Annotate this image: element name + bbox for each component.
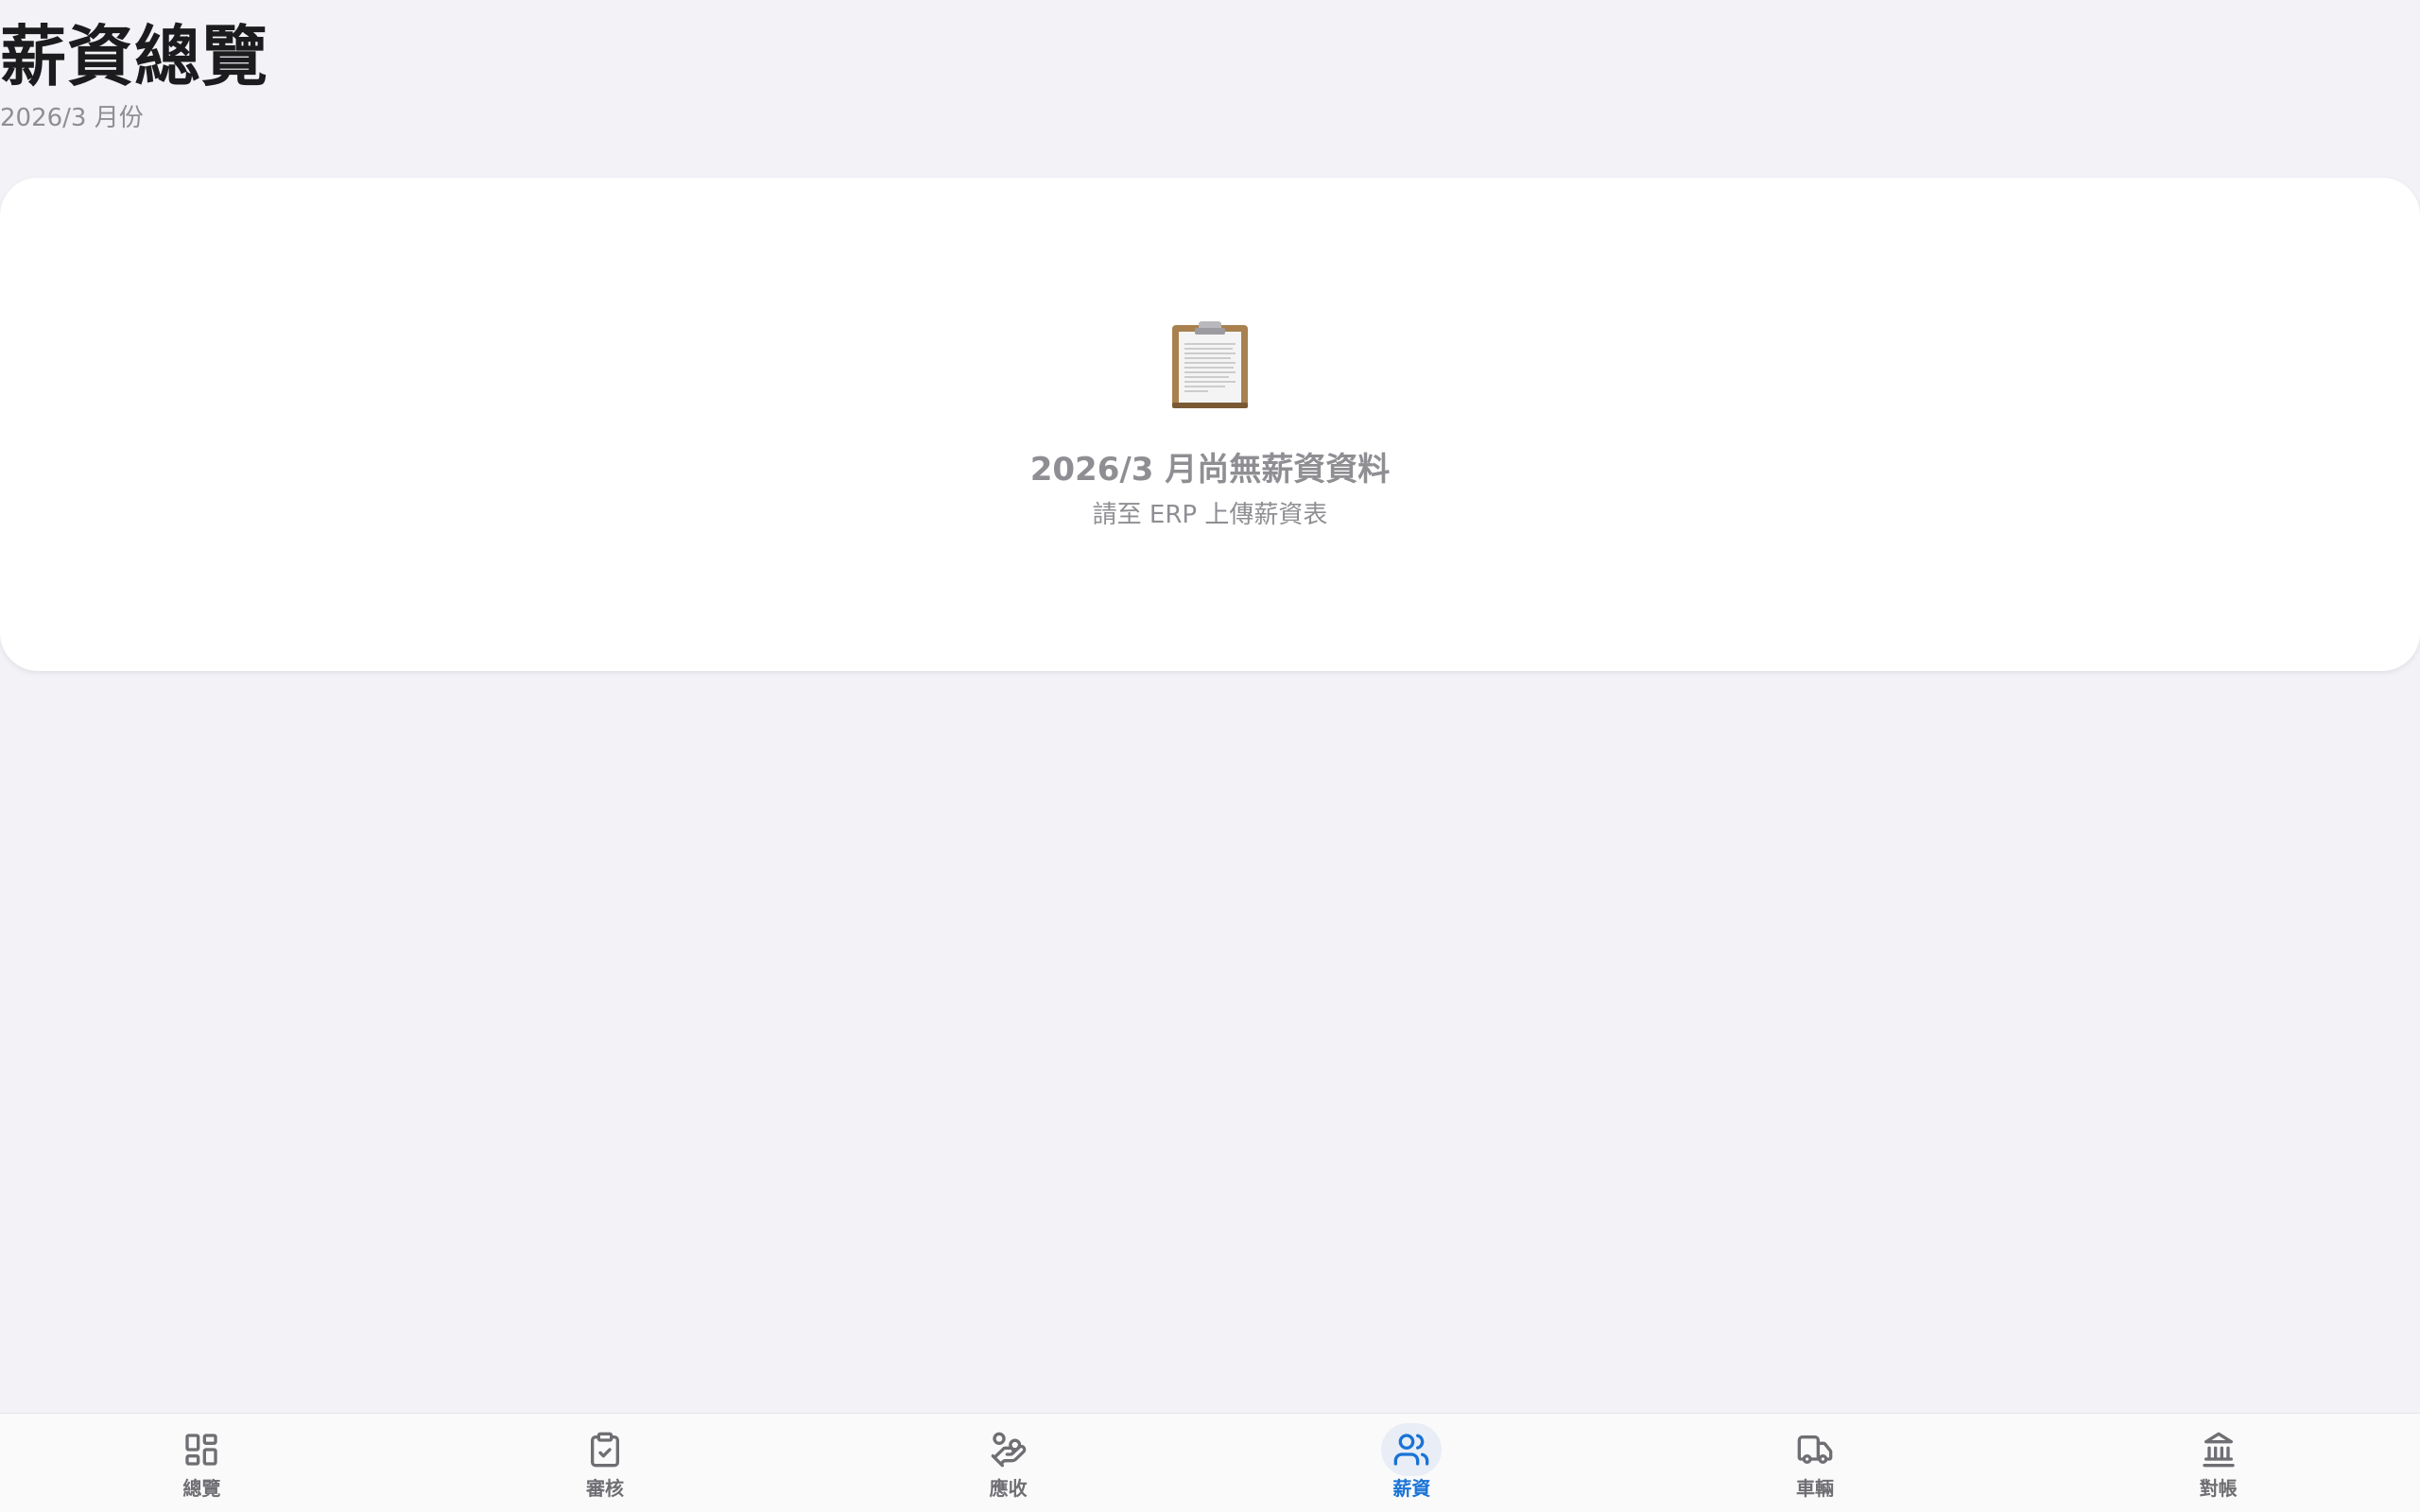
- tab-payroll[interactable]: 薪資: [1210, 1414, 1614, 1512]
- empty-state-card: 2026/3 月尚無薪資資料 請至 ERP 上傳薪資表: [0, 178, 2420, 671]
- tab-receivables-label: 應收: [989, 1477, 1028, 1500]
- clipboard-check-icon: [591, 1432, 619, 1468]
- payroll-overview-page: 薪資總覽 2026/3 月份 2026/3 月尚無薪資資料 請至 ERP 上傳薪…: [0, 0, 2420, 1512]
- tab-vehicles-icon-wrap: [1785, 1423, 1845, 1476]
- tab-receivables[interactable]: 應收: [806, 1414, 1210, 1512]
- tab-reconciliation[interactable]: 對帳: [2016, 1414, 2420, 1512]
- tab-reconciliation-label: 對帳: [2199, 1477, 2238, 1500]
- tab-overview[interactable]: 總覽: [0, 1414, 404, 1512]
- tab-reconciliation-icon-wrap: [2188, 1423, 2249, 1476]
- bottom-tab-bar: 總覽 審核 應收 薪資 車輛 對帳: [0, 1413, 2420, 1512]
- grid-icon: [185, 1434, 217, 1466]
- tab-review-icon-wrap: [575, 1423, 635, 1476]
- tab-vehicles[interactable]: 車輛: [1614, 1414, 2017, 1512]
- users-icon: [1394, 1434, 1429, 1466]
- page-title: 薪資總覽: [0, 18, 268, 95]
- tab-overview-label: 總覽: [182, 1477, 221, 1500]
- tab-receivables-icon-wrap: [978, 1423, 1039, 1476]
- bank-icon: [2203, 1432, 2235, 1468]
- hand-coins-icon: [991, 1432, 1027, 1468]
- empty-state-hint: 請至 ERP 上傳薪資表: [1092, 501, 1328, 529]
- tab-vehicles-label: 車輛: [1796, 1477, 1835, 1500]
- tab-payroll-icon-wrap: [1381, 1423, 1443, 1476]
- empty-state-title: 2026/3 月尚無薪資資料: [1029, 451, 1391, 489]
- tab-overview-icon-wrap: [171, 1423, 232, 1476]
- tab-review-label: 審核: [586, 1477, 624, 1500]
- tab-payroll-label: 薪資: [1392, 1477, 1431, 1500]
- tab-review[interactable]: 審核: [404, 1414, 807, 1512]
- truck-icon: [1797, 1435, 1833, 1464]
- page-subtitle: 2026/3 月份: [0, 104, 144, 132]
- clipboard-icon: [1172, 321, 1248, 408]
- page-header: 薪資總覽 2026/3 月份: [0, 17, 268, 134]
